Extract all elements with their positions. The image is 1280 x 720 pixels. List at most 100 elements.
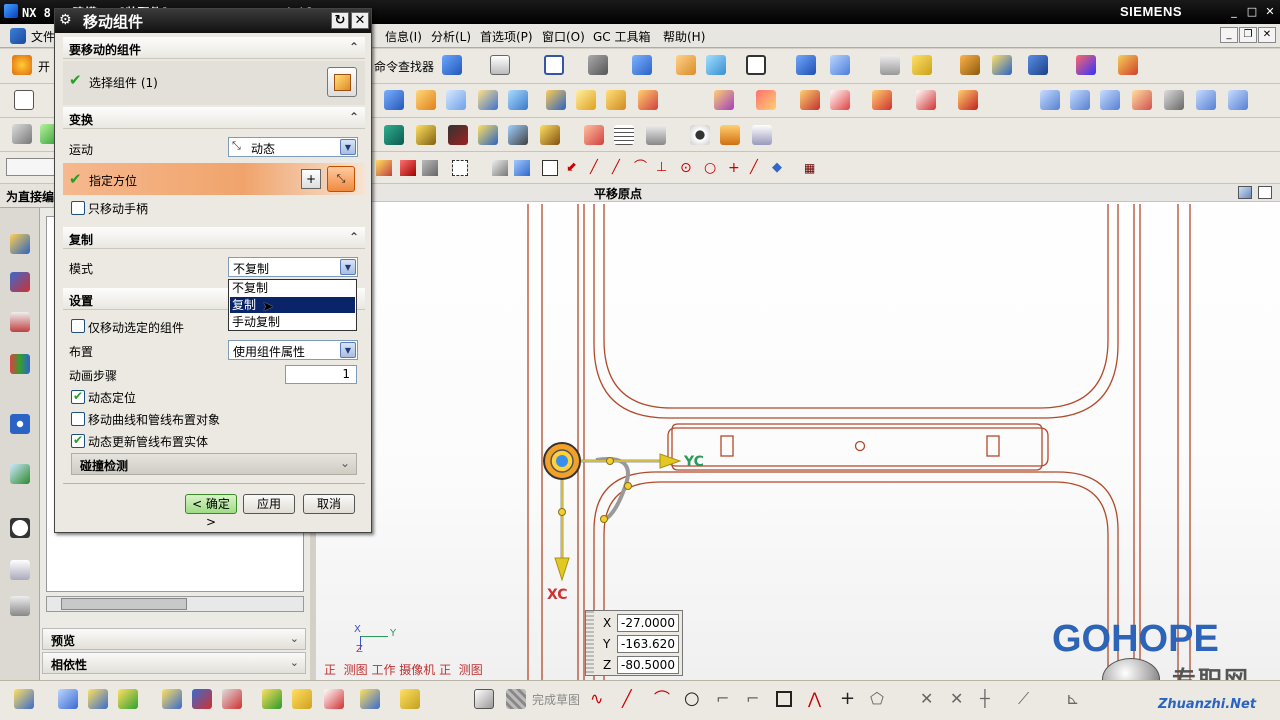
screen-icon[interactable] [746, 55, 766, 75]
doc-minimize-button[interactable]: _ [1220, 27, 1238, 43]
trim-icon[interactable]: ✕ [920, 691, 936, 707]
option-copy[interactable]: 复制 [230, 297, 355, 313]
box-view-icon[interactable] [442, 55, 462, 75]
sync-icon-1[interactable] [714, 90, 734, 110]
assy-icon-1[interactable] [384, 125, 404, 145]
constraint-icon[interactable]: ⟋ [1018, 691, 1034, 707]
specify-orientation-row[interactable]: ✔ 指定方位 + ⤡ [63, 163, 365, 195]
start-app-icon[interactable] [12, 55, 32, 75]
assembly-tool-10-icon[interactable] [324, 689, 344, 709]
menu-info[interactable]: 信息(I) [382, 27, 425, 46]
copy-section-header[interactable]: 复制 ⌃ [63, 227, 365, 249]
control-point-icon[interactable]: ⌒ [634, 160, 650, 176]
bounded-grid-icon[interactable]: ▦ [804, 160, 820, 176]
existing-point-icon[interactable]: + [728, 160, 744, 176]
line-icon[interactable]: ╱ [622, 691, 638, 707]
point-dialog-button[interactable]: + [301, 169, 321, 189]
assembly-tool-1-icon[interactable] [14, 689, 34, 709]
sketch-icon[interactable] [474, 689, 494, 709]
solid-select-icon[interactable] [492, 160, 508, 176]
cube-icon[interactable] [632, 55, 652, 75]
history-clock-icon[interactable] [10, 518, 30, 538]
dimension-icon[interactable]: ⊾ [1066, 691, 1082, 707]
select-component-row[interactable]: ✔ 选择组件 (1) [63, 61, 365, 105]
sync-icon-7[interactable] [958, 90, 978, 110]
feature-icon-8[interactable] [606, 90, 626, 110]
transform-icon[interactable] [796, 55, 816, 75]
arrow-select-icon[interactable] [1028, 55, 1048, 75]
dialog-close-icon[interactable]: ✕ [351, 12, 369, 29]
dynamic-update-checkbox[interactable] [71, 433, 85, 448]
scroll-thumb[interactable] [61, 598, 187, 610]
roles-icon[interactable] [10, 596, 30, 616]
chamfer-icon[interactable]: ⌐ [746, 691, 762, 707]
menu-help[interactable]: 帮助(H) [660, 27, 708, 46]
minimize-window-button[interactable]: _ [1226, 5, 1242, 19]
line-point-icon[interactable]: ╱ [590, 160, 606, 176]
maximize-window-button[interactable]: □ [1244, 5, 1260, 19]
y-coord-input[interactable]: -163.620 [617, 635, 679, 653]
assy-icon-4[interactable] [478, 125, 498, 145]
assembly-tool-8-icon[interactable] [262, 689, 282, 709]
sync-icon-5[interactable] [872, 90, 892, 110]
ok-button[interactable]: < 确定 > [185, 494, 237, 529]
assembly-tool-7-icon[interactable] [222, 689, 242, 709]
midpoint-icon[interactable]: ╱ [612, 160, 628, 176]
quadrant-icon[interactable]: ○ [704, 160, 720, 176]
info-icon[interactable] [490, 55, 510, 75]
info-window-icon[interactable] [10, 414, 30, 434]
graphics-window[interactable]: YC XC Y X Z 正 测图 工作 摄像机 正 测图 GOHOPE 专职网 [316, 184, 1280, 680]
z-coord-input[interactable]: -80.5000 [617, 656, 679, 674]
move-object-icon[interactable] [830, 55, 850, 75]
feature-icon-9[interactable] [638, 90, 658, 110]
command-finder-label[interactable]: 命令查找器 [374, 58, 434, 75]
paperclip-icon[interactable] [400, 689, 420, 709]
feature-icon-3[interactable] [446, 90, 466, 110]
surface-icon-7[interactable] [1228, 90, 1248, 110]
new-file-icon[interactable] [14, 90, 34, 110]
gfx-restore-icon[interactable] [1238, 186, 1252, 199]
navigator-hscroll[interactable] [46, 596, 304, 612]
endpoint-icon[interactable]: ⬋ [566, 160, 582, 176]
assy-icon-5[interactable] [508, 125, 528, 145]
assy-icon-9[interactable] [646, 125, 666, 145]
assembly-tool-3-icon[interactable] [88, 689, 108, 709]
point-icon[interactable]: + [840, 690, 856, 708]
layer-icon[interactable] [706, 55, 726, 75]
doc-restore-button[interactable]: ❐ [1239, 27, 1257, 43]
eye-icon[interactable] [690, 125, 710, 145]
menu-window[interactable]: 窗口(O) [539, 27, 588, 46]
preview-section[interactable]: 预览 ⌄ [42, 628, 306, 650]
start-label[interactable]: 开 [38, 58, 50, 75]
circle-icon[interactable]: ○ [684, 690, 700, 708]
point-on-face-icon[interactable]: ◆ [772, 160, 788, 176]
dialog-title-bar[interactable]: ⚙ 移动组件 ↻ ✕ [55, 9, 371, 33]
web-browser-icon[interactable] [10, 464, 30, 484]
menu-analysis[interactable]: 分析(L) [428, 27, 474, 46]
snap-icon[interactable] [960, 55, 980, 75]
key-icon[interactable] [992, 55, 1012, 75]
cylinder-icon[interactable] [720, 125, 740, 145]
extend-icon[interactable]: ✕ [950, 691, 966, 707]
surface-icon-3[interactable] [1100, 90, 1120, 110]
apply-button[interactable]: 应用 [243, 494, 295, 514]
fillet-icon[interactable]: ⌐ [716, 691, 732, 707]
snap-tool-3-icon[interactable] [422, 160, 438, 176]
constraint-navigator-icon[interactable] [10, 272, 30, 292]
box-select-icon[interactable] [452, 160, 468, 176]
only-selected-checkbox[interactable] [71, 319, 85, 333]
close-window-button[interactable]: ✕ [1262, 5, 1278, 19]
dynamic-position-checkbox[interactable] [71, 389, 85, 404]
assembly-tool-5-icon[interactable] [162, 689, 182, 709]
offset-icon[interactable]: ⬠ [870, 691, 886, 707]
finish-sketch-label[interactable]: 完成草图 [532, 691, 580, 708]
snap-tool-1-icon[interactable] [376, 160, 392, 176]
fit-view-icon[interactable] [544, 55, 564, 75]
feature-icon-2[interactable] [416, 90, 436, 110]
assy-icon-6[interactable] [540, 125, 560, 145]
assy-icon-3[interactable] [448, 125, 468, 145]
snap-tool-2-icon[interactable] [400, 160, 416, 176]
system-materials-icon[interactable] [10, 560, 30, 580]
panel-grip[interactable] [586, 611, 594, 675]
assembly-tool-2-icon[interactable] [58, 689, 78, 709]
